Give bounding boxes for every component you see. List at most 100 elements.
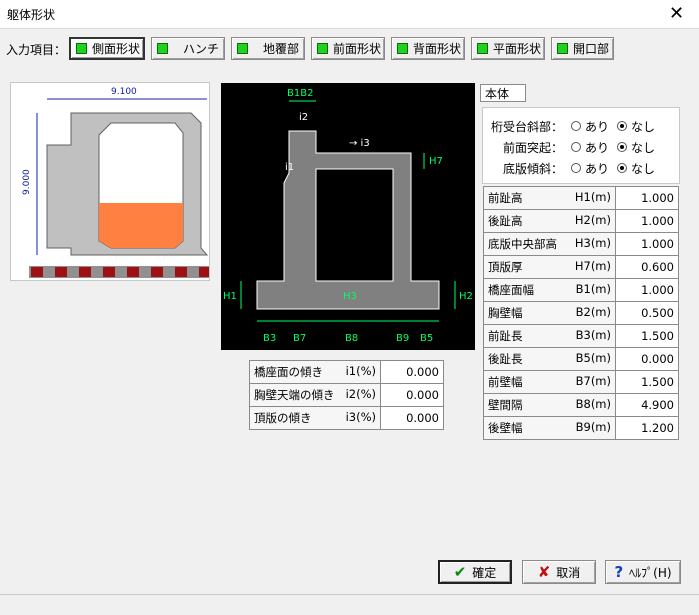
table-row: 後趾長 B5(m) 0.000 <box>483 347 679 371</box>
dimension-value[interactable]: 0.000 <box>615 347 679 371</box>
tab-main-body[interactable]: 本体 <box>480 84 526 102</box>
tab-side-shape[interactable]: 側面形状 <box>69 37 145 60</box>
toolbar-label: 入力項目： <box>6 43 67 57</box>
label-i1: i1 <box>285 162 294 173</box>
dimension-value[interactable]: 4.900 <box>615 393 679 417</box>
green-square-icon <box>397 43 408 54</box>
dimension-value[interactable]: 1.000 <box>615 186 679 210</box>
ground-block <box>55 267 67 277</box>
dimension-value[interactable]: 1.000 <box>615 209 679 233</box>
slope-i2-value[interactable]: 0.000 <box>380 383 444 407</box>
label-i3: → i3 <box>349 138 370 149</box>
help-button[interactable]: ? ﾍﾙﾌﾟ(H) <box>605 560 681 584</box>
dimension-value[interactable]: 1.500 <box>615 324 679 348</box>
question-icon: ? <box>614 563 624 581</box>
dimension-value[interactable]: 1.000 <box>615 278 679 302</box>
x-icon: ✘ <box>537 563 551 581</box>
ground-block <box>127 267 139 277</box>
check-icon: ✔ <box>453 563 467 581</box>
table-row: 前趾長 B3(m) 1.500 <box>483 324 679 348</box>
window-title: 躯体形状 <box>7 8 56 22</box>
radio-no[interactable]: なし <box>617 139 655 156</box>
ground-block <box>31 267 43 277</box>
green-square-icon <box>157 43 168 54</box>
ground-block <box>175 267 187 277</box>
radio-no[interactable]: なし <box>617 160 655 177</box>
option-row: 底版傾斜： あり なし <box>483 159 679 177</box>
slope-i1-value[interactable]: 0.000 <box>380 360 444 384</box>
title-bar: 躯体形状 ✕ <box>0 0 699 29</box>
dimension-value[interactable]: 1.200 <box>615 416 679 440</box>
section-diagram: B1B2 H7 H1 H2 H3 B3 B7 B8 B9 B5 i2 → i3 … <box>221 83 475 350</box>
ok-button[interactable]: ✔ 確定 <box>438 560 512 584</box>
label-b1b2: B1B2 <box>287 88 313 99</box>
green-square-icon <box>76 43 87 54</box>
tab-haunch[interactable]: ハンチ <box>151 37 225 60</box>
label-h3: H3 <box>343 291 357 302</box>
label-h7: H7 <box>429 156 443 167</box>
label-b9: B9 <box>396 333 409 344</box>
tab-opening[interactable]: 開口部 <box>551 37 614 60</box>
dimension-label: 後壁幅 B9(m) <box>483 416 616 440</box>
table-row: 胸壁天端の傾き i2(%) 0.000 <box>249 383 444 407</box>
dimension-label: 胸壁幅 B2(m) <box>483 301 616 325</box>
label-b7: B7 <box>293 333 306 344</box>
dimension-label: 頂版厚 H7(m) <box>483 255 616 279</box>
table-row: 前趾高 H1(m) 1.000 <box>483 186 679 210</box>
preview-panel: 9.100 9.000 <box>10 82 211 281</box>
radio-yes[interactable]: あり <box>571 139 609 156</box>
green-square-icon <box>317 43 328 54</box>
tab-label: 平面形状 <box>493 42 542 56</box>
water-fill <box>99 203 183 248</box>
tab-front-shape[interactable]: 前面形状 <box>311 37 385 60</box>
tab-label: 開口部 <box>573 42 610 56</box>
radio-no[interactable]: なし <box>617 118 655 135</box>
table-row: 橋座面幅 B1(m) 1.000 <box>483 278 679 302</box>
label-i2: i2 <box>299 112 308 123</box>
tab-plan-shape[interactable]: 平面形状 <box>471 37 545 60</box>
dimension-label: 壁間隔 B8(m) <box>483 393 616 417</box>
option-label: 底版傾斜： <box>502 161 563 176</box>
dimension-table: 前趾高 H1(m) 1.000 後趾高 H2(m) 1.000 底版中央部高 H3(m) 1.0… <box>483 186 679 440</box>
close-button[interactable]: ✕ <box>654 0 699 28</box>
dimension-value[interactable]: 1.000 <box>615 232 679 256</box>
dimension-value[interactable]: 0.600 <box>615 255 679 279</box>
label-b3: B3 <box>263 333 276 344</box>
table-row: 頂版厚 H7(m) 0.600 <box>483 255 679 279</box>
cancel-button[interactable]: ✘ 取消 <box>522 560 596 584</box>
dimension-value[interactable]: 1.500 <box>615 370 679 394</box>
dimension-label: 前趾長 B3(m) <box>483 324 616 348</box>
option-row: 前面突起： あり なし <box>483 138 679 156</box>
label-h1: H1 <box>223 291 237 302</box>
dimension-value[interactable]: 0.500 <box>615 301 679 325</box>
label-b5: B5 <box>420 333 433 344</box>
ground-block <box>199 267 211 277</box>
width-dim-label: 9.100 <box>111 87 137 97</box>
box-culvert-preview: 9.100 9.000 <box>22 87 211 278</box>
table-row: 後趾高 H2(m) 1.000 <box>483 209 679 233</box>
table-row: 壁間隔 B8(m) 4.900 <box>483 393 679 417</box>
slope-table: 橋座面の傾き i1(%) 0.000 胸壁天端の傾き i2(%) 0.000 頂… <box>249 360 444 430</box>
option-label: 前面突起： <box>502 140 563 155</box>
tab-curb[interactable]: 地覆部 <box>231 37 305 60</box>
tab-label: 背面形状 <box>413 42 462 56</box>
option-row: 桁受台斜部： あり なし <box>483 117 679 135</box>
table-row: 橋座面の傾き i1(%) 0.000 <box>249 360 444 384</box>
dimension-label: 底版中央部高 H3(m) <box>483 232 616 256</box>
radio-yes[interactable]: あり <box>571 118 609 135</box>
radio-yes[interactable]: あり <box>571 160 609 177</box>
label-b8: B8 <box>345 333 358 344</box>
ground-block <box>151 267 163 277</box>
green-square-icon <box>557 43 568 54</box>
slope-i3-value[interactable]: 0.000 <box>380 406 444 430</box>
dimension-label: 橋座面幅 B1(m) <box>483 278 616 302</box>
table-row: 底版中央部高 H3(m) 1.000 <box>483 232 679 256</box>
tab-back-shape[interactable]: 背面形状 <box>391 37 465 60</box>
dimension-label: 前趾高 H1(m) <box>483 186 616 210</box>
slope-label: 胸壁天端の傾き i2(%) <box>249 383 381 407</box>
table-row: 前壁幅 B7(m) 1.500 <box>483 370 679 394</box>
tab-label: 前面形状 <box>333 42 382 56</box>
tab-label: 地覆部 <box>263 42 300 56</box>
help-label: ﾍﾙﾌﾟ(H) <box>629 565 672 580</box>
tab-label: ハンチ <box>183 42 220 56</box>
